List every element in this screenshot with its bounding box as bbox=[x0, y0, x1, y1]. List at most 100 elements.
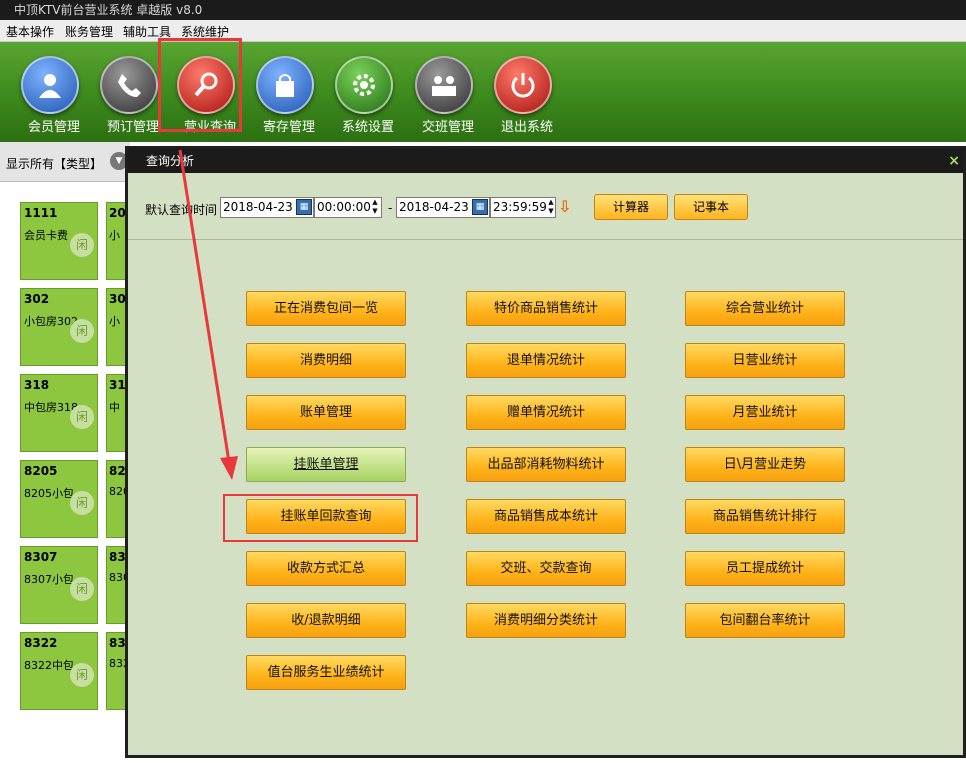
query-button-label: 退单情况统计 bbox=[506, 353, 585, 368]
query-button[interactable]: 账单管理 bbox=[246, 395, 406, 430]
room-status-icon: 闲 bbox=[70, 577, 94, 601]
shift-manage-label: 交班管理 bbox=[421, 120, 474, 135]
toolbar-highlight-annotation bbox=[158, 38, 242, 132]
room-status-icon: 闲 bbox=[70, 233, 94, 257]
room-number: 8205 bbox=[24, 464, 58, 478]
query-button[interactable]: 商品销售成本统计 bbox=[466, 499, 626, 534]
query-button[interactable]: 收/退款明细 bbox=[246, 603, 406, 638]
member-manage-button[interactable]: 会员管理 bbox=[16, 50, 92, 140]
room-tile[interactable]: 318 中包房318 闲 bbox=[20, 374, 98, 452]
query-button[interactable]: 赠单情况统计 bbox=[466, 395, 626, 430]
storage-manage-button[interactable]: 寄存管理 bbox=[251, 50, 327, 140]
query-button[interactable]: 特价商品销售统计 bbox=[466, 291, 626, 326]
notepad-button[interactable]: 记事本 bbox=[674, 194, 748, 220]
query-button[interactable]: 正在消费包间一览 bbox=[246, 291, 406, 326]
room-status-icon: 闲 bbox=[70, 405, 94, 429]
pending-bill-manage-button[interactable]: 挂账单管理 bbox=[246, 447, 406, 482]
storage-manage-label: 寄存管理 bbox=[262, 120, 315, 135]
query-button-label: 员工提成统计 bbox=[725, 561, 804, 576]
calendar-icon[interactable]: ▦ bbox=[296, 199, 312, 215]
query-button[interactable]: 员工提成统计 bbox=[685, 551, 845, 586]
room-name: 小 bbox=[109, 315, 120, 328]
start-time-spinner[interactable]: ▲ ▼ bbox=[370, 198, 380, 217]
main-toolbar: 会员管理 预订管理 营业查询 寄存管理 系统设置 交班管理 退出系统 bbox=[0, 42, 966, 142]
menu-accounts[interactable]: 账务管理 bbox=[65, 23, 113, 40]
query-button[interactable]: 交班、交款查询 bbox=[466, 551, 626, 586]
query-button-label: 收款方式汇总 bbox=[286, 561, 365, 576]
query-button-label: 收/退款明细 bbox=[291, 613, 361, 628]
room-tile[interactable]: 8205 8205小包 闲 bbox=[20, 460, 98, 538]
menu-bar: 基本操作 账务管理 辅助工具 系统维护 bbox=[0, 20, 966, 42]
query-button-label: 出品部消耗物料统计 bbox=[487, 457, 605, 472]
room-name: 小 bbox=[109, 229, 120, 242]
system-settings-label: 系统设置 bbox=[341, 120, 394, 135]
dialog-divider bbox=[128, 239, 963, 240]
query-button-label: 值台服务生业绩统计 bbox=[267, 665, 385, 680]
query-button[interactable]: 月营业统计 bbox=[685, 395, 845, 430]
room-tile[interactable]: 302 小包房302 闲 bbox=[20, 288, 98, 366]
room-name: 8205小包 bbox=[24, 487, 74, 500]
query-button[interactable]: 消费明细分类统计 bbox=[466, 603, 626, 638]
exit-system-button[interactable]: 退出系统 bbox=[489, 50, 565, 140]
query-button-label: 赠单情况统计 bbox=[506, 405, 585, 420]
exit-system-label: 退出系统 bbox=[500, 120, 553, 135]
room-status-icon: 闲 bbox=[70, 319, 94, 343]
query-button[interactable]: 退单情况统计 bbox=[466, 343, 626, 378]
room-grid: 1111 会员卡费 闲 20 小 302 小包房302 闲 30 小 318 中… bbox=[0, 182, 130, 763]
query-button-label: 消费明细 bbox=[299, 353, 352, 368]
query-button-label: 挂账单管理 bbox=[293, 457, 359, 472]
room-status-icon: 闲 bbox=[70, 491, 94, 515]
menu-basic-ops[interactable]: 基本操作 bbox=[6, 23, 54, 40]
calendar-icon[interactable]: ▦ bbox=[472, 199, 488, 215]
query-button-label: 商品销售统计排行 bbox=[712, 509, 817, 524]
arrow-down-icon[interactable]: ⇩ bbox=[558, 197, 571, 216]
close-icon[interactable]: × bbox=[948, 149, 960, 173]
room-number: 30 bbox=[109, 292, 126, 306]
room-tile[interactable]: 1111 会员卡费 闲 bbox=[20, 202, 98, 280]
query-button[interactable]: 商品销售统计排行 bbox=[685, 499, 845, 534]
calculator-button[interactable]: 计算器 bbox=[594, 194, 668, 220]
query-button[interactable]: 日\月营业走势 bbox=[685, 447, 845, 482]
room-number: 31 bbox=[109, 378, 126, 392]
query-button-label: 包间翻台率统计 bbox=[719, 613, 811, 628]
window-title: 中顶KTV前台营业系统 卓越版 v8.0 bbox=[0, 0, 966, 20]
room-tile[interactable]: 8307 8307小包 闲 bbox=[20, 546, 98, 624]
query-button[interactable]: 消费明细 bbox=[246, 343, 406, 378]
room-number: 1111 bbox=[24, 206, 58, 220]
query-button-label: 交班、交款查询 bbox=[500, 561, 592, 576]
filter-label[interactable]: 显示所有【类型】 bbox=[6, 155, 102, 172]
filter-bar: 显示所有【类型】 ▼ bbox=[0, 142, 130, 182]
room-number: 302 bbox=[24, 292, 50, 306]
query-button[interactable]: 出品部消耗物料统计 bbox=[466, 447, 626, 482]
query-button-label: 特价商品销售统计 bbox=[493, 301, 598, 316]
query-button-label: 月营业统计 bbox=[732, 405, 798, 420]
room-number: 83 bbox=[109, 636, 126, 650]
member-icon bbox=[21, 56, 79, 114]
room-number: 8307 bbox=[24, 550, 58, 564]
room-name: 中 bbox=[109, 401, 120, 414]
room-number: 318 bbox=[24, 378, 50, 392]
button-highlight-annotation bbox=[223, 494, 418, 542]
room-status-icon: 闲 bbox=[70, 663, 94, 687]
room-number: 20 bbox=[109, 206, 126, 220]
query-button[interactable]: 包间翻台率统计 bbox=[685, 603, 845, 638]
system-settings-button[interactable]: 系统设置 bbox=[330, 50, 406, 140]
room-number: 8322 bbox=[24, 636, 58, 650]
room-tile[interactable]: 8322 8322中包 闲 bbox=[20, 632, 98, 710]
dialog-title: 查询分析 bbox=[128, 149, 963, 173]
query-button[interactable]: 日营业统计 bbox=[685, 343, 845, 378]
end-time-spinner[interactable]: ▲ ▼ bbox=[546, 198, 556, 217]
query-button[interactable]: 综合营业统计 bbox=[685, 291, 845, 326]
query-button[interactable]: 收款方式汇总 bbox=[246, 551, 406, 586]
room-name: 8322中包 bbox=[24, 659, 74, 672]
query-button-label: 商品销售成本统计 bbox=[493, 509, 598, 524]
query-button[interactable]: 值台服务生业绩统计 bbox=[246, 655, 406, 690]
member-manage-label: 会员管理 bbox=[27, 120, 80, 135]
room-name: 会员卡费 bbox=[24, 229, 68, 242]
gear-icon bbox=[335, 56, 393, 114]
phone-icon bbox=[100, 56, 158, 114]
query-button-label: 日营业统计 bbox=[732, 353, 798, 368]
query-time-label: 默认查询时间 bbox=[145, 203, 218, 217]
shift-manage-button[interactable]: 交班管理 bbox=[410, 50, 486, 140]
query-button-label: 正在消费包间一览 bbox=[273, 301, 378, 316]
